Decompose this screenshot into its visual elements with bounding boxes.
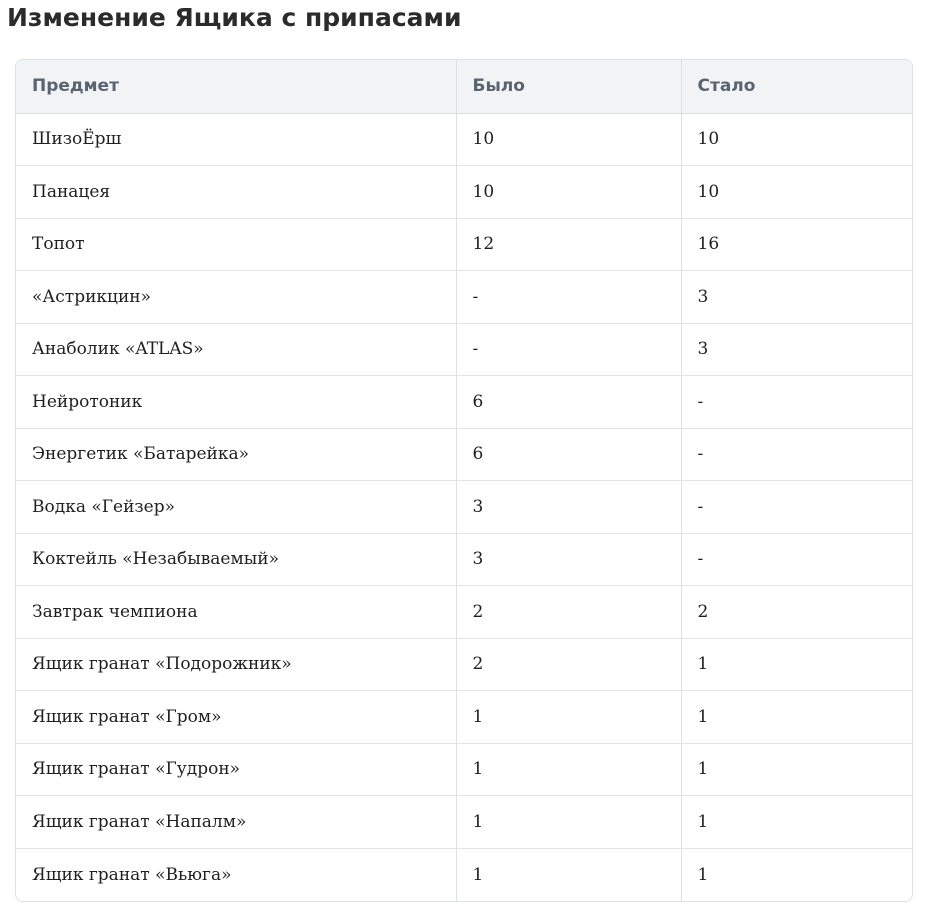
before-value-cell: 3 [455,480,681,534]
after-value-cell: 10 [680,113,912,166]
after-value-cell: 16 [680,218,912,271]
before-value-cell: 10 [455,113,681,166]
item-name-cell: «Астрикцин» [16,270,456,324]
table-row: ШизоЁрш 10 10 [16,113,912,166]
table-row: Анаболик «ATLAS» -3 [16,323,912,376]
table-row: Завтрак чемпиона 2 2 [16,585,912,639]
table-row: Ящик гранат «Напалм» 1 1 [16,795,912,849]
after-value-cell: - [680,428,912,481]
table-row: Водка «Гейзер» 3- [16,480,912,534]
table-row: Ящик гранат «Подорожник» 2 1 [16,638,912,691]
item-name-cell: Анаболик «ATLAS» [16,323,456,376]
item-name-cell: Коктейль «Незабываемый» [16,533,456,586]
table-row: Нейротоник 6- [16,375,912,429]
after-value-cell: 3 [680,270,912,324]
item-name-cell: Нейротоник [16,375,456,429]
before-value-cell: 1 [455,795,681,849]
item-name-cell: ШизоЁрш [16,113,456,166]
after-value-cell: 3 [680,323,912,376]
table-row: Энергетик «Батарейка» 6- [16,428,912,481]
item-name-cell: Ящик гранат «Гром» [16,690,456,744]
table-row: Ящик гранат «Гудрон» 1 1 [16,743,912,796]
column-header-item: Предмет [16,60,456,114]
after-value-cell: - [680,375,912,429]
before-value-cell: - [455,323,681,376]
item-name-cell: Энергетик «Батарейка» [16,428,456,481]
item-name-cell: Топот [16,218,456,271]
before-value-cell: 1 [455,848,681,901]
item-name-cell: Водка «Гейзер» [16,480,456,534]
header-row: Предмет Было Стало [16,60,912,114]
column-header-before: Было [455,60,681,114]
after-value-cell: 1 [680,690,912,744]
column-header-after: Стало [680,60,912,114]
before-value-cell: 1 [455,743,681,796]
item-name-cell: Панацея [16,165,456,219]
after-value-cell: 2 [680,585,912,639]
table-row: Коктейль «Незабываемый» 3- [16,533,912,586]
after-value-cell: 1 [680,795,912,849]
before-value-cell: 6 [455,375,681,429]
after-value-cell: 1 [680,743,912,796]
item-name-cell: Ящик гранат «Вьюга» [32,864,232,885]
table-row: Панацея 10 10 [16,165,912,219]
page-title: Изменение Ящика с припасами [7,3,462,32]
before-value-cell: 12 [455,218,681,271]
item-name-cell: Завтрак чемпиона [16,585,456,639]
after-value-cell: 10 [680,165,912,219]
before-value-cell: - [455,270,681,324]
before-value-cell: 2 [455,638,681,691]
item-name-cell: Ящик гранат «Гудрон» [16,743,456,796]
item-name-cell: Ящик гранат «Подорожник» [16,638,456,691]
table-body: ШизоЁрш 10 10 Панацея 10 10 Топот 12 16 «Астрикци… [16,113,912,901]
table-row: Топот 12 16 [16,218,912,271]
before-value-cell: 1 [455,690,681,744]
after-value-cell: - [680,480,912,534]
before-value-cell: 2 [455,585,681,639]
after-value-cell: 1 [680,638,912,691]
item-name-cell: Ящик гранат «Напалм» [16,795,456,849]
after-value-cell: - [680,533,912,586]
table-row: «Астрикцин» -3 [16,270,912,324]
table-row: Ящик гранат «Вьюга» 1 1 [16,848,912,901]
after-value-cell: 1 [680,848,912,901]
before-value-cell: 10 [455,165,681,219]
table-row: Ящик гранат «Гром» 1 1 [16,690,912,744]
supply-box-table: Предмет Было Стало ШизоЁрш 10 10 Панацея 10 1… [15,59,913,902]
before-value-cell: 6 [455,428,681,481]
before-value-cell: 3 [455,533,681,586]
table-header: Предмет Было Стало [16,60,912,114]
changes-table: Предмет Было Стало ШизоЁрш 10 10 Панацея 10 1… [16,60,912,901]
